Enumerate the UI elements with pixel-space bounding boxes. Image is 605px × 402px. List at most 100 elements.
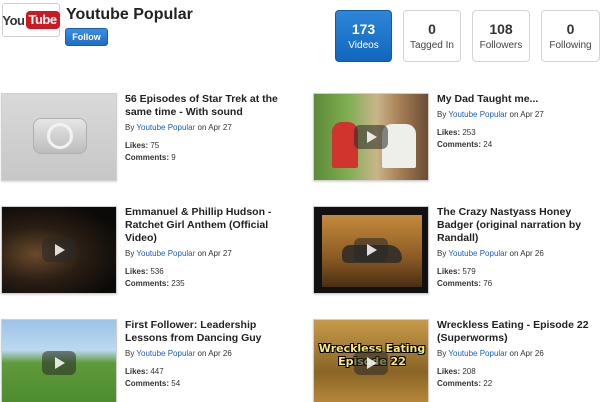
comments-count: 22 — [483, 379, 493, 388]
author-link[interactable]: Youtube Popular — [136, 123, 195, 132]
video-thumbnail[interactable] — [1, 206, 117, 294]
comments-count: 76 — [483, 279, 493, 288]
video-likes: Likes: 253 — [437, 128, 605, 137]
video-title[interactable]: The Crazy Nastyass Honey Badger (origina… — [437, 206, 605, 245]
stat-tagged-in[interactable]: 0 Tagged In — [403, 10, 461, 62]
video-byline: By Youtube Popular on Apr 27 — [437, 110, 605, 119]
comments-label: Comments: — [437, 379, 482, 388]
video-thumbnail[interactable]: Wreckless Eating Episode 22 — [313, 319, 429, 402]
logo-text-tube: Tube — [25, 11, 60, 29]
byline-prefix: By — [125, 249, 135, 258]
video-title[interactable]: Wreckless Eating - Episode 22 (Superworm… — [437, 319, 605, 345]
stat-following-label: Following — [549, 40, 592, 51]
comments-count: 24 — [483, 140, 493, 149]
video-info: Wreckless Eating - Episode 22 (Superworm… — [437, 319, 605, 388]
video-info: Emmanuel & Phillip Hudson - Ratchet Girl… — [125, 206, 295, 288]
video-byline: By Youtube Popular on Apr 26 — [125, 349, 295, 358]
video-likes: Likes: 447 — [125, 367, 295, 376]
likes-label: Likes: — [437, 128, 461, 137]
video-thumbnail[interactable] — [313, 93, 429, 181]
likes-count: 536 — [150, 267, 164, 276]
stat-videos-count: 173 — [351, 21, 376, 37]
play-placeholder-icon — [47, 123, 73, 149]
byline-prefix: By — [125, 349, 135, 358]
video-thumbnail[interactable] — [1, 319, 117, 402]
video-thumbnail[interactable] — [1, 93, 117, 181]
video-date: on Apr 27 — [197, 249, 232, 258]
video-title[interactable]: First Follower: Leadership Lessons from … — [125, 319, 295, 345]
stat-tagged-in-label: Tagged In — [410, 40, 454, 51]
video-comments: Comments: 235 — [125, 279, 295, 288]
video-comments: Comments: 24 — [437, 140, 605, 149]
video-comments: Comments: 9 — [125, 153, 295, 162]
video-info: First Follower: Leadership Lessons from … — [125, 319, 295, 388]
comments-count: 9 — [171, 153, 176, 162]
likes-count: 253 — [462, 128, 476, 137]
comments-label: Comments: — [437, 140, 482, 149]
video-date: on Apr 27 — [509, 110, 544, 119]
author-link[interactable]: Youtube Popular — [448, 249, 507, 258]
video-thumbnail[interactable] — [313, 206, 429, 294]
video-comments: Comments: 54 — [125, 379, 295, 388]
comments-count: 54 — [171, 379, 181, 388]
video-info: The Crazy Nastyass Honey Badger (origina… — [437, 206, 605, 288]
youtube-logo-mark: You Tube — [2, 11, 60, 29]
video-title[interactable]: 56 Episodes of Star Trek at the same tim… — [125, 93, 295, 119]
stat-following[interactable]: 0 Following — [541, 10, 600, 62]
logo-text-you: You — [2, 12, 25, 28]
author-link[interactable]: Youtube Popular — [448, 110, 507, 119]
video-info: My Dad Taught me... By Youtube Popular o… — [437, 93, 605, 149]
play-icon — [354, 238, 388, 262]
video-likes: Likes: 208 — [437, 367, 605, 376]
stat-videos[interactable]: 173 Videos — [335, 10, 392, 62]
video-title[interactable]: Emmanuel & Phillip Hudson - Ratchet Girl… — [125, 206, 295, 245]
video-likes: Likes: 536 — [125, 267, 295, 276]
likes-label: Likes: — [437, 367, 461, 376]
play-icon — [354, 125, 388, 149]
video-likes: Likes: 75 — [125, 141, 295, 150]
video-date: on Apr 26 — [509, 349, 544, 358]
stat-followers-label: Followers — [479, 40, 523, 51]
follow-button[interactable]: Follow — [65, 28, 108, 46]
byline-prefix: By — [125, 123, 135, 132]
play-icon — [42, 238, 76, 262]
stat-followers[interactable]: 108 Followers — [472, 10, 530, 62]
likes-count: 75 — [150, 141, 160, 150]
play-icon — [354, 351, 388, 375]
byline-prefix: By — [437, 110, 447, 119]
comments-label: Comments: — [125, 279, 170, 288]
stat-following-count: 0 — [566, 21, 575, 37]
stat-tagged-in-count: 0 — [428, 21, 436, 37]
comments-label: Comments: — [125, 379, 170, 388]
video-byline: By Youtube Popular on Apr 26 — [437, 249, 605, 258]
likes-label: Likes: — [437, 267, 461, 276]
video-byline: By Youtube Popular on Apr 26 — [437, 349, 605, 358]
author-link[interactable]: Youtube Popular — [448, 349, 507, 358]
likes-count: 208 — [462, 367, 476, 376]
play-icon — [42, 351, 76, 375]
comments-label: Comments: — [437, 279, 482, 288]
video-info: 56 Episodes of Star Trek at the same tim… — [125, 93, 295, 162]
video-likes: Likes: 579 — [437, 267, 605, 276]
stat-videos-label: Videos — [348, 40, 379, 51]
video-comments: Comments: 22 — [437, 379, 605, 388]
video-date: on Apr 27 — [197, 123, 232, 132]
author-link[interactable]: Youtube Popular — [136, 349, 195, 358]
author-link[interactable]: Youtube Popular — [136, 249, 195, 258]
youtube-logo[interactable]: You Tube — [2, 3, 60, 37]
video-title[interactable]: My Dad Taught me... — [437, 93, 605, 106]
video-date: on Apr 26 — [197, 349, 232, 358]
video-date: on Apr 26 — [509, 249, 544, 258]
video-comments: Comments: 76 — [437, 279, 605, 288]
channel-title: Youtube Popular — [66, 6, 193, 23]
video-byline: By Youtube Popular on Apr 27 — [125, 123, 295, 132]
byline-prefix: By — [437, 349, 447, 358]
video-byline: By Youtube Popular on Apr 27 — [125, 249, 295, 258]
comments-label: Comments: — [125, 153, 170, 162]
likes-count: 447 — [150, 367, 164, 376]
stat-followers-count: 108 — [489, 21, 513, 37]
likes-label: Likes: — [125, 367, 149, 376]
likes-count: 579 — [462, 267, 476, 276]
likes-label: Likes: — [125, 141, 149, 150]
comments-count: 235 — [171, 279, 185, 288]
